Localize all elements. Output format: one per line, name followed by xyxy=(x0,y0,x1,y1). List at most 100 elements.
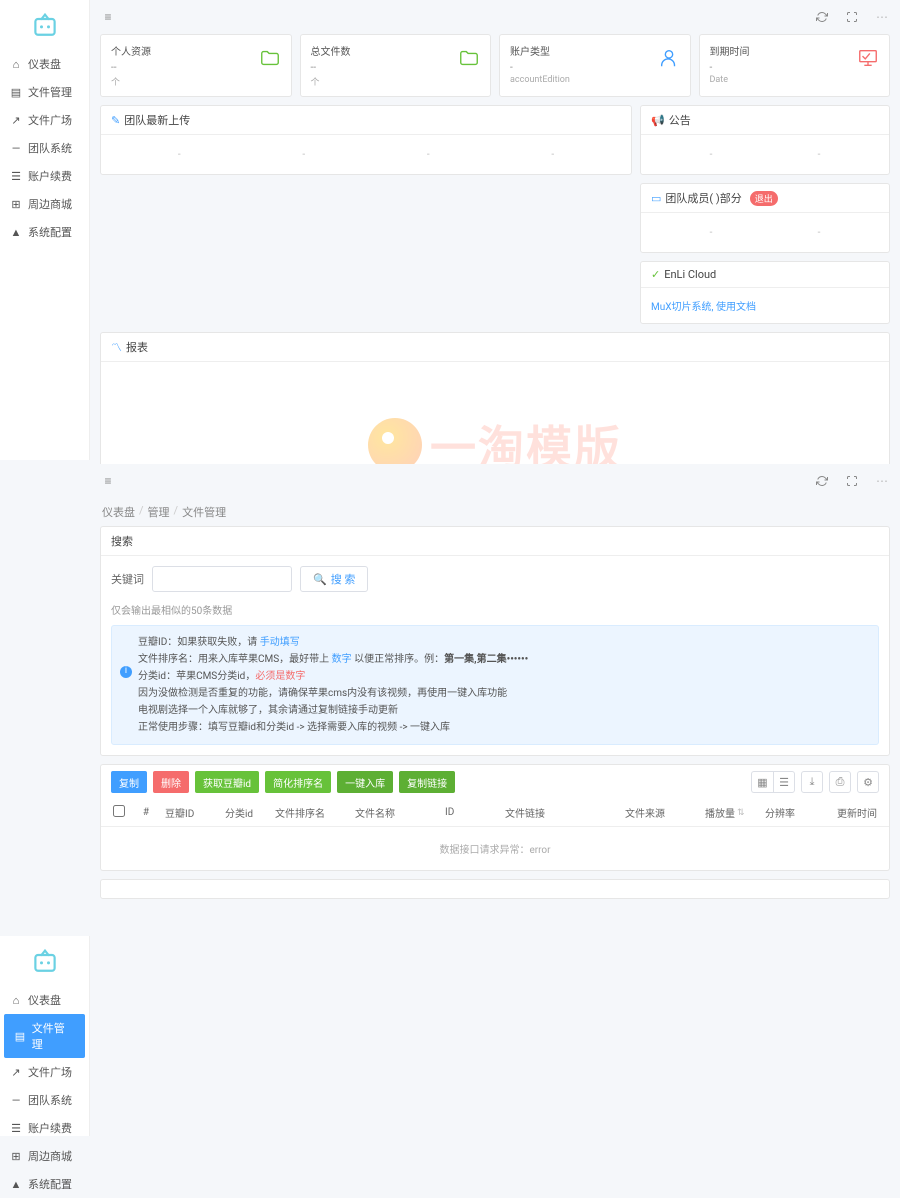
breadcrumb: 仪表盘/ 管理/ 文件管理 xyxy=(90,498,900,526)
sidebar-item-billing[interactable]: ☰ 账户续费 xyxy=(0,1114,89,1142)
sidebar-item-dashboard[interactable]: ⌂仪表盘 xyxy=(0,50,89,78)
select-all-checkbox[interactable] xyxy=(113,805,125,817)
col-id[interactable]: ID xyxy=(441,807,501,818)
sidebar-label: 系统配置 xyxy=(28,224,72,240)
stat-value: - xyxy=(710,62,880,73)
more-button[interactable]: ⋯ xyxy=(874,473,890,489)
sidebar-label: 账户续费 xyxy=(28,1120,72,1136)
alert-text: 分类id：苹果CMS分类id， xyxy=(138,671,255,682)
dashboard-icon: ⌂ xyxy=(10,58,22,70)
panel-title: EnLi Cloud xyxy=(664,268,716,281)
team-upload-panel: ✎团队最新上传 ---- xyxy=(100,105,632,175)
grid-view-button[interactable]: ▦ xyxy=(751,771,773,793)
sidebar-item-config[interactable]: ▲ 系统配置 xyxy=(0,218,89,246)
col-link[interactable]: 文件链接 xyxy=(501,805,621,820)
stat-unit: 个 xyxy=(311,75,481,88)
sidebar-item-team[interactable]: —团队系统 xyxy=(0,134,89,162)
col-category[interactable]: 分类id xyxy=(221,805,271,820)
topbar: ≡ ⋯ xyxy=(90,0,900,34)
sidebar-label: 文件管理 xyxy=(28,84,72,100)
sidebar-item-square[interactable]: ↗ 文件广场 xyxy=(0,106,89,134)
breadcrumb-item: 文件管理 xyxy=(182,504,226,520)
alert-text: 文件排序名：用来入库苹果CMS，最好带上 xyxy=(138,654,332,665)
sidebar-label: 文件广场 xyxy=(28,112,72,128)
breadcrumb-item[interactable]: 仪表盘 xyxy=(102,504,135,520)
collapse-button[interactable]: ≡ xyxy=(100,473,116,489)
search-button[interactable]: 🔍搜 索 xyxy=(300,566,368,592)
sidebar-item-shop[interactable]: ⊞周边商城 xyxy=(0,190,89,218)
col-douban[interactable]: 豆瓣ID xyxy=(161,805,221,820)
sidebar: ⌂仪表盘 ▤文件管理 ↗文件广场 —团队系统 ☰账户续费 ⊞周边商城 ▲系统配置 xyxy=(0,936,90,1136)
table-header: # 豆瓣ID 分类id 文件排序名 文件名称 ID 文件链接 文件来源 播放量⇅… xyxy=(101,799,889,827)
search-icon: 🔍 xyxy=(313,573,327,586)
stat-unit: accountEdition xyxy=(510,75,680,85)
refresh-button[interactable] xyxy=(814,9,830,25)
alert-warning: 必须是数字 xyxy=(255,671,305,682)
sidebar-label: 系统配置 xyxy=(28,1176,72,1192)
pencil-icon: ✎ xyxy=(111,114,120,127)
card-icon: ▭ xyxy=(651,192,661,205)
list-view-button[interactable]: ☰ xyxy=(773,771,795,793)
copy-button[interactable]: 复制 xyxy=(111,771,147,793)
wallet-icon: ☰ xyxy=(10,1122,22,1134)
col-updated[interactable]: 更新时间 xyxy=(811,805,881,820)
dashboard-icon: ⌂ xyxy=(10,994,22,1006)
share-icon: ↗ xyxy=(10,114,22,126)
export-button[interactable]: ⤓ xyxy=(801,771,823,793)
copy-link-button[interactable]: 复制链接 xyxy=(399,771,455,793)
import-button[interactable]: 一键入库 xyxy=(337,771,393,793)
announce-panel: 📢公告 -- xyxy=(640,105,890,175)
stat-cards: 个人资源 -- 个 总文件数 -- 个 账户类型 - accountEditio… xyxy=(90,34,900,97)
more-button[interactable]: ⋯ xyxy=(874,9,890,25)
stat-value: -- xyxy=(311,62,481,73)
info-icon: i xyxy=(120,666,132,678)
file-table: # 豆瓣ID 分类id 文件排序名 文件名称 ID 文件链接 文件来源 播放量⇅… xyxy=(100,799,890,871)
sidebar-item-config[interactable]: ▲ 系统配置 xyxy=(0,1170,89,1198)
stat-title: 到期时间 xyxy=(710,43,880,58)
topbar: ≡ ⋯ xyxy=(90,464,900,498)
info-alert: i 豆瓣ID：如果获取失败，请 手动填写 文件排序名：用来入库苹果CMS，最好带… xyxy=(111,625,879,745)
alert-text: 正常使用步骤：填写豆瓣id和分类id -> 选择需要入库的视频 -> 一键入库 xyxy=(138,719,868,736)
alert-link[interactable]: 手动填写 xyxy=(260,637,300,648)
docs-link[interactable]: MuX切片系统, 使用文档 xyxy=(651,302,756,313)
search-input[interactable] xyxy=(152,566,292,592)
sidebar-item-shop[interactable]: ⊞周边商城 xyxy=(0,1142,89,1170)
settings-button[interactable]: ⚙ xyxy=(857,771,879,793)
quit-badge[interactable]: 退出 xyxy=(750,191,778,206)
sidebar-item-files[interactable]: ▤文件管理 xyxy=(4,1014,85,1058)
stat-card-total: 总文件数 -- 个 xyxy=(300,34,492,97)
col-resolution[interactable]: 分辨率 xyxy=(761,805,811,820)
col-filename[interactable]: 文件名称 xyxy=(351,805,441,820)
simplify-button[interactable]: 简化排序名 xyxy=(265,771,331,793)
sidebar-item-square[interactable]: ↗文件广场 xyxy=(0,1058,89,1086)
col-source[interactable]: 文件来源 xyxy=(621,805,701,820)
alert-highlight: 数字 xyxy=(332,654,352,665)
upload-placeholder: ---- xyxy=(111,145,621,164)
sidebar-item-billing[interactable]: ☰账户续费 xyxy=(0,162,89,190)
refresh-button[interactable] xyxy=(814,473,830,489)
fullscreen-button[interactable] xyxy=(844,473,860,489)
sidebar-item-dashboard[interactable]: ⌂仪表盘 xyxy=(0,986,89,1014)
table-empty-msg: 数据接口请求异常：error xyxy=(101,827,889,870)
sidebar-item-files[interactable]: ▤文件管理 xyxy=(0,78,89,106)
sidebar-label: 团队系统 xyxy=(28,1092,72,1108)
app-logo xyxy=(31,12,59,40)
sidebar-label: 文件管理 xyxy=(32,1020,75,1052)
stat-card-expire: 到期时间 - Date xyxy=(699,34,891,97)
print-button[interactable]: ⎙ xyxy=(829,771,851,793)
col-plays[interactable]: 播放量⇅ xyxy=(701,805,761,820)
sidebar-item-team[interactable]: —团队系统 xyxy=(0,1086,89,1114)
panel-title: 团队成员( )部分 xyxy=(665,190,741,206)
sidebar-label: 周边商城 xyxy=(28,196,72,212)
user-icon: ▲ xyxy=(10,1178,22,1190)
delete-button[interactable]: 删除 xyxy=(153,771,189,793)
breadcrumb-item[interactable]: 管理 xyxy=(148,504,170,520)
footer-spacer xyxy=(100,879,890,899)
fullscreen-button[interactable] xyxy=(844,9,860,25)
collapse-button[interactable]: ≡ xyxy=(100,9,116,25)
get-douban-button[interactable]: 获取豆瓣id xyxy=(195,771,259,793)
user-icon: ▲ xyxy=(10,226,22,238)
alert-text: 豆瓣ID：如果获取失败，请 xyxy=(138,637,260,648)
col-sortname[interactable]: 文件排序名 xyxy=(271,805,351,820)
wallet-icon: ☰ xyxy=(10,170,22,182)
